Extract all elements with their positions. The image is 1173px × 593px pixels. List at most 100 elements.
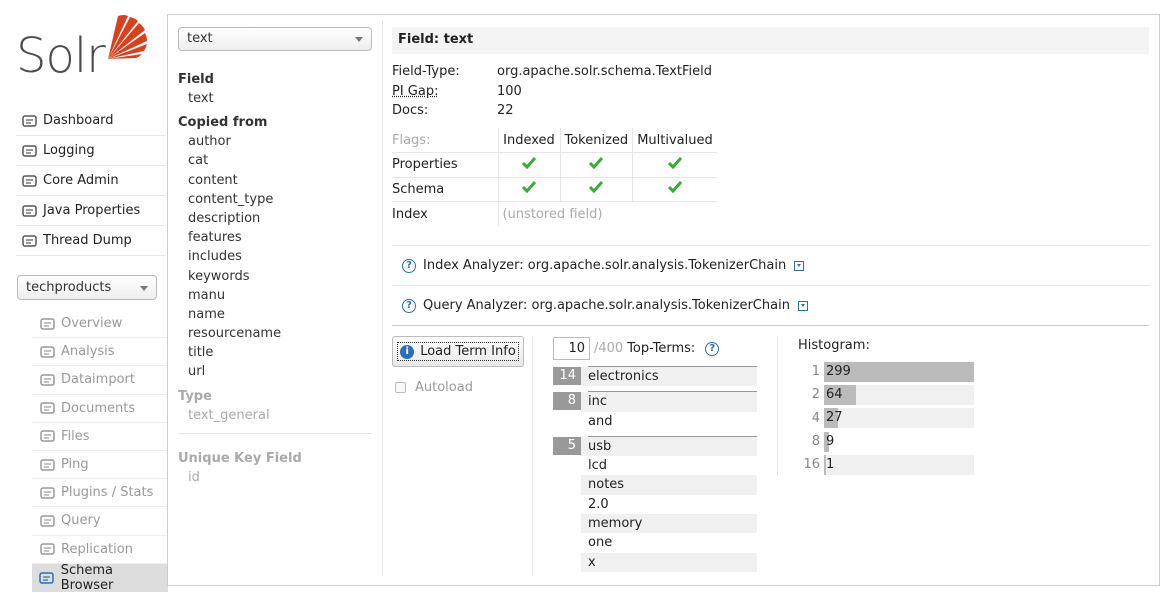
load-term-info-button[interactable]: i Load Term Info	[392, 336, 524, 367]
schema-indexed-cell	[497, 177, 560, 202]
histogram-value: 1	[826, 456, 835, 472]
info-icon: i	[400, 344, 415, 359]
unique-key-value[interactable]: id	[178, 468, 372, 487]
nav-item-label: Logging	[43, 143, 95, 158]
nav-item-logging[interactable]: Logging	[16, 136, 166, 166]
term-item[interactable]: and	[588, 412, 757, 431]
core-nav-item-label: Replication	[61, 541, 133, 557]
top-terms-total: /400	[594, 341, 624, 356]
check-icon	[522, 181, 536, 194]
autoload-checkbox[interactable]: Autoload	[395, 380, 473, 395]
help-icon[interactable]: ?	[402, 258, 416, 273]
field-selector[interactable]: text	[178, 27, 372, 51]
term-item[interactable]: inc	[581, 392, 757, 412]
term-item[interactable]: 2.0	[588, 495, 757, 514]
chevron-down-icon	[140, 286, 148, 291]
top-terms-list: 14 electronics 8 inc and 5 usb lcd notes 2.0 memor…	[553, 366, 757, 577]
copied-from-item[interactable]: keywords	[178, 267, 372, 286]
term-item[interactable]: electronics	[581, 367, 757, 387]
logo-text: Solr	[16, 28, 106, 84]
files-icon	[38, 428, 56, 444]
histogram-key: 2	[811, 387, 820, 403]
core-nav-item-ping[interactable]: Ping	[32, 451, 168, 480]
column-divider	[532, 336, 533, 576]
copied-from-item[interactable]: cat	[178, 151, 372, 170]
term-count-badge: 14	[553, 367, 581, 385]
divider	[178, 432, 372, 434]
help-icon[interactable]: ?	[705, 341, 720, 356]
histogram-row: 16 1	[798, 453, 978, 476]
query-analyzer[interactable]: ? Query Analyzer: org.apache.solr.analys…	[392, 285, 1149, 325]
term-item[interactable]: x	[581, 552, 757, 572]
copied-from-item[interactable]: features	[178, 228, 372, 247]
core-nav-item-label: Schema Browser	[60, 562, 114, 593]
histogram-value: 9	[826, 433, 835, 449]
type-value[interactable]: text_general	[178, 406, 372, 425]
histogram-bar-area: 299	[824, 361, 978, 382]
core-nav-item-documents[interactable]: Documents	[32, 395, 168, 423]
copied-from-item[interactable]: resourcename	[178, 324, 372, 343]
solr-logo[interactable]: Solr	[14, 14, 154, 84]
properties-multivalued-cell	[632, 152, 717, 178]
core-nav-item-analysis[interactable]: Analysis	[32, 338, 168, 367]
term-item[interactable]: usb	[581, 436, 757, 457]
column-divider	[382, 20, 383, 576]
term-item[interactable]: one	[588, 533, 757, 552]
core-nav-item-replication[interactable]: Replication	[32, 536, 168, 564]
expand-toggle-icon[interactable]	[797, 300, 808, 311]
top-terms-count-input[interactable]: 10	[553, 337, 590, 360]
histogram-key: 8	[811, 434, 820, 450]
core-nav-item-query[interactable]: Query	[32, 507, 168, 536]
copied-from-item[interactable]: name	[178, 305, 372, 324]
plugins-icon	[38, 485, 56, 501]
ping-icon	[38, 457, 56, 473]
histogram-value: 64	[826, 386, 843, 402]
nav-item-dashboard[interactable]: Dashboard	[16, 106, 166, 136]
term-item[interactable]: lcd	[588, 456, 757, 475]
nav-item-core-admin[interactable]: Core Admin	[16, 166, 166, 196]
flag-col-indexed: Indexed	[497, 128, 560, 153]
copied-from-item[interactable]: author	[178, 132, 372, 151]
copied-from-item[interactable]: title	[178, 343, 372, 362]
core-nav-item-dataimport[interactable]: Dataimport	[32, 366, 168, 395]
field-type-value: org.apache.solr.schema.TextField	[497, 64, 712, 79]
properties-tokenized-cell	[559, 152, 633, 178]
core-nav-item-files[interactable]: Files	[32, 423, 168, 451]
histogram-row: 1 299	[798, 360, 978, 383]
core-selector[interactable]: techproducts	[17, 275, 157, 300]
term-item[interactable]: memory	[581, 514, 757, 534]
nav-item-java-properties[interactable]: Java Properties	[16, 196, 166, 226]
core-nav-item-plugins-stats[interactable]: Plugins / Stats	[32, 479, 168, 508]
index-analyzer[interactable]: ? Index Analyzer: org.apache.solr.analys…	[392, 245, 1149, 285]
field-selector-value: text	[187, 31, 213, 46]
flags-table: Flags: Indexed Tokenized Multivalued Pro…	[392, 128, 717, 226]
core-nav-item-schema-browser[interactable]: Schema Browser	[32, 562, 168, 593]
help-icon[interactable]: ?	[402, 298, 416, 313]
expand-toggle-icon[interactable]	[794, 260, 805, 271]
term-item[interactable]: notes	[581, 475, 757, 495]
copied-from-item[interactable]: url	[178, 362, 372, 381]
checkbox-box[interactable]	[395, 382, 406, 393]
term-count-badge: 8	[553, 392, 581, 411]
copied-from-item[interactable]: manu	[178, 286, 372, 305]
copied-from-item[interactable]: description	[178, 209, 372, 228]
check-icon	[667, 181, 682, 194]
copied-from-item[interactable]: includes	[178, 247, 372, 266]
field-name[interactable]: text	[178, 89, 372, 108]
copied-from-item[interactable]: content	[178, 171, 372, 190]
core-nav-item-label: Plugins / Stats	[61, 485, 154, 501]
dataimport-icon	[38, 372, 56, 388]
core-nav-item-label: Query	[61, 513, 101, 529]
histogram-row: 4 27	[798, 407, 978, 430]
term-items: usb lcd notes 2.0 memory one x	[581, 435, 757, 572]
core-nav-item-overview[interactable]: Overview	[32, 310, 168, 339]
properties-indexed-cell	[497, 152, 560, 178]
dashboard-icon	[20, 113, 38, 129]
term-count-badge: 5	[553, 436, 581, 455]
index-analyzer-label: Index Analyzer: org.apache.solr.analysis…	[423, 258, 787, 273]
nav-item-label: Java Properties	[43, 203, 141, 218]
nav-item-thread-dump[interactable]: Thread Dump	[16, 226, 166, 256]
copied-from-item[interactable]: content_type	[178, 190, 372, 209]
field-type-label: Field-Type:	[392, 64, 460, 79]
copied-from-heading: Copied from	[178, 115, 268, 131]
